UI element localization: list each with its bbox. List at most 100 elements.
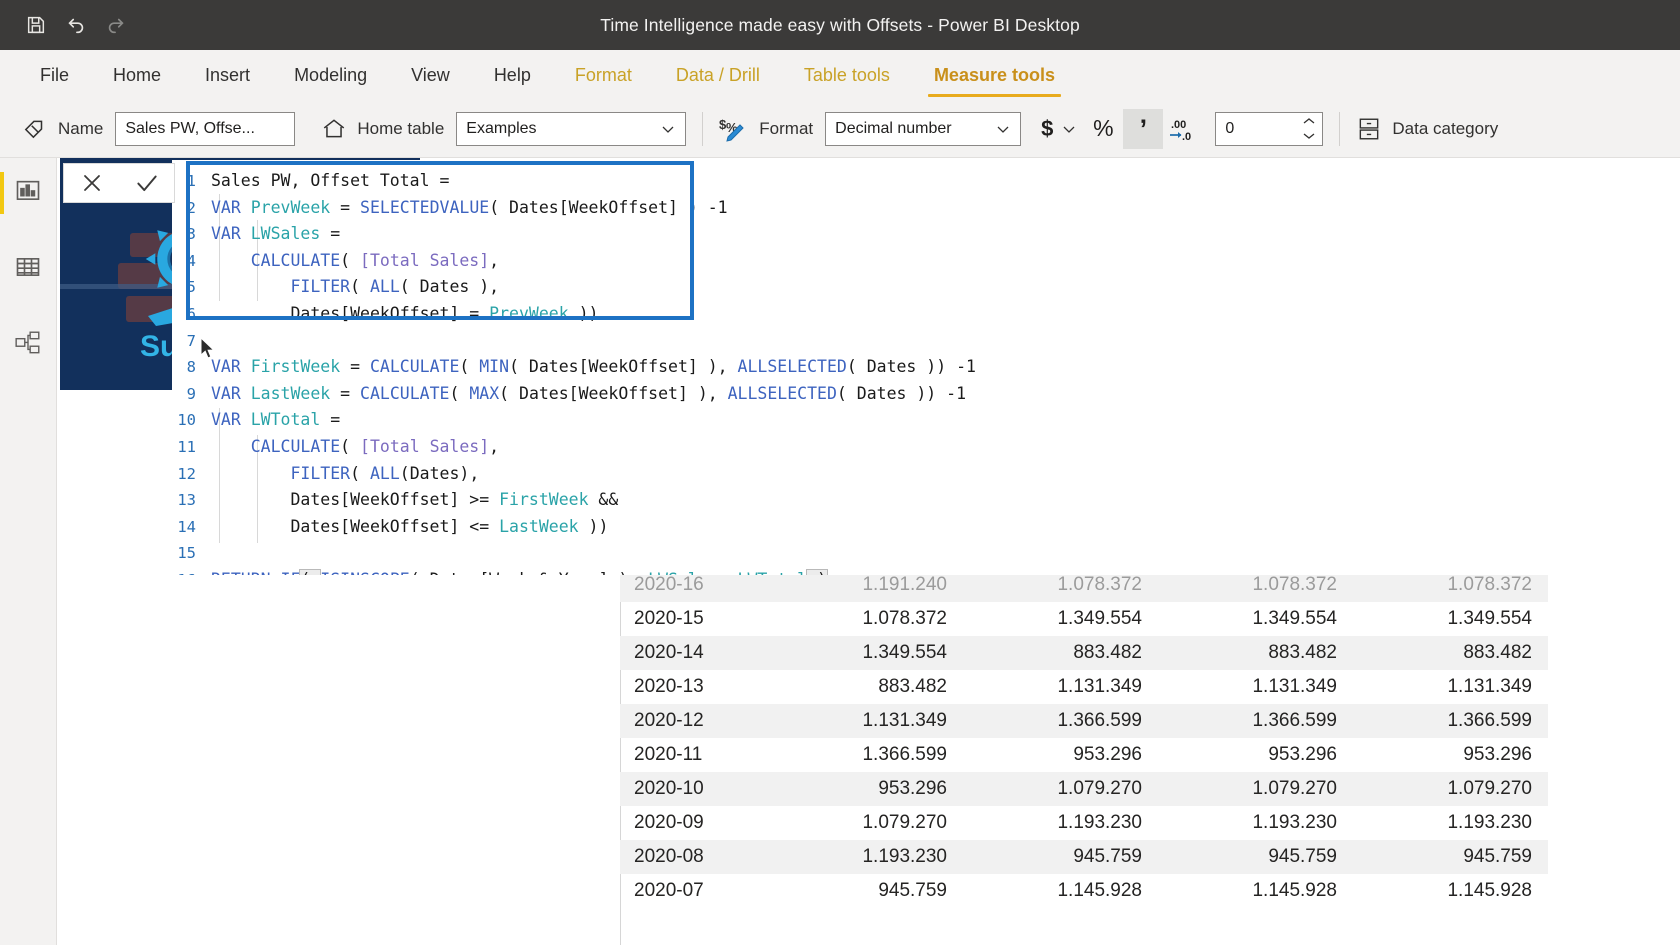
line-number: 10 (177, 411, 196, 430)
confirm-check-icon[interactable] (124, 164, 170, 202)
table-row[interactable]: 2020-11 1.366.599 953.296 953.296 953.29… (620, 738, 1548, 772)
code-text: Dates[WeekOffset] <= LastWeek )) (211, 516, 609, 536)
line-number: 5 (186, 278, 196, 297)
cell-value4: 1.349.554 (1447, 608, 1532, 629)
format-select[interactable]: Decimal number (825, 111, 1022, 146)
code-line: 9 VAR LastWeek = CALCULATE( MAX( Dates[W… (172, 381, 1568, 408)
code-line: 2 VAR PrevWeek = SELECTEDVALUE( Dates[We… (172, 195, 1568, 222)
data-table-visual[interactable]: 2020-16 1.191.240 1.078.372 1.078.372 1.… (620, 568, 1548, 945)
cell-value1: 1.349.554 (768, 636, 963, 670)
save-icon[interactable] (18, 8, 54, 42)
divider (1339, 111, 1341, 146)
line-number: 12 (177, 464, 196, 483)
svg-text:.00: .00 (1171, 119, 1186, 131)
svg-text:.0: .0 (1182, 131, 1191, 142)
decrease-decimals-button[interactable]: .00 .0 (1163, 109, 1205, 149)
table-row[interactable]: 2020-10 953.296 1.079.270 1.079.270 1.07… (620, 772, 1548, 806)
cell-value2: 953.296 (1073, 744, 1142, 765)
code-line: 11 CALCULATE( [Total Sales], (172, 434, 1568, 461)
line-number: 9 (186, 384, 196, 403)
cell-week: 2020-13 (634, 676, 704, 697)
format-value: Decimal number (835, 119, 952, 137)
tab-file[interactable]: File (18, 50, 91, 100)
window-title: Time Intelligence made easy with Offsets… (600, 14, 1080, 35)
home-table-value: Examples (466, 119, 537, 137)
table-row[interactable]: 2020-08 1.193.230 945.759 945.759 945.75… (620, 840, 1548, 874)
code-text: FILTER( ALL( Dates ), (290, 277, 500, 297)
title-bar: Time Intelligence made easy with Offsets… (0, 0, 1680, 50)
tab-modeling[interactable]: Modeling (272, 50, 389, 100)
cell-value2: 1.079.270 (963, 772, 1158, 806)
code-lines: 1 Sales PW, Offset Total = 2 VAR PrevWee… (172, 168, 1568, 575)
tab-format[interactable]: Format (553, 50, 654, 100)
data-category-icon (1356, 116, 1382, 142)
line-number: 11 (177, 437, 196, 456)
cell-value3: 1.145.928 (1252, 880, 1337, 901)
code-text: Dates[WeekOffset] >= FirstWeek && (211, 490, 619, 510)
chevron-down-icon (995, 121, 1011, 137)
tab-help[interactable]: Help (472, 50, 553, 100)
code-text: VAR LWTotal = (211, 410, 341, 430)
decimal-places-input[interactable]: 0 (1215, 111, 1324, 146)
cell-value2: 1.193.230 (1057, 812, 1142, 833)
line-number: 7 (186, 331, 196, 350)
tab-home[interactable]: Home (91, 50, 183, 100)
format-pen-icon: $ % (719, 116, 749, 142)
line-number: 8 (186, 358, 196, 377)
cell-week: 2020-07 (634, 880, 704, 901)
data-category-label: Data category (1392, 118, 1499, 138)
code-text: VAR LWSales = (211, 224, 341, 244)
cell-value3: 953.296 (1268, 744, 1337, 765)
tab-measure-tools[interactable]: Measure tools (912, 50, 1077, 100)
cell-value1: 1.078.372 (862, 608, 947, 629)
table-row[interactable]: 2020-09 1.079.270 1.193.230 1.193.230 1.… (620, 806, 1548, 840)
redo-icon[interactable] (98, 8, 134, 42)
spinner-buttons[interactable] (1302, 117, 1318, 140)
percent-format-button[interactable]: % (1083, 109, 1123, 149)
data-category-group[interactable]: Data category (1356, 116, 1510, 142)
table-row[interactable]: 2020-15 1.078.372 1.349.554 1.349.554 1.… (620, 602, 1548, 636)
tab-table-tools[interactable]: Table tools (782, 50, 912, 100)
line-number: 16 (172, 567, 202, 575)
tab-view[interactable]: View (389, 50, 472, 100)
cell-week: 2020-10 (620, 772, 768, 806)
code-line: 6 Dates[WeekOffset] = PrevWeek )) (172, 301, 1568, 328)
home-table-label: Home table (357, 118, 445, 138)
tab-insert[interactable]: Insert (183, 50, 272, 100)
cell-week: 2020-11 (634, 744, 703, 765)
sidebar-item-data-view[interactable] (0, 246, 57, 292)
name-label: Name (58, 118, 104, 138)
cell-value4: 1.366.599 (1353, 704, 1548, 738)
undo-icon[interactable] (58, 8, 94, 42)
table-row[interactable]: 2020-14 1.349.554 883.482 883.482 883.48… (620, 636, 1548, 670)
dax-formula-editor[interactable]: 1 Sales PW, Offset Total = 2 VAR PrevWee… (172, 160, 1568, 575)
table-row[interactable]: 2020-13 883.482 1.131.349 1.131.349 1.13… (620, 670, 1548, 704)
code-line: 7 (172, 328, 1568, 355)
code-line: 16 RETURN IF( ISINSCOPE( Dates[Week & Ye… (172, 567, 1568, 575)
code-text: VAR FirstWeek = CALCULATE( MIN( Dates[We… (211, 357, 976, 377)
sidebar-item-report-view[interactable] (0, 170, 57, 216)
line-number: 14 (177, 517, 196, 536)
cancel-icon[interactable] (69, 164, 115, 202)
home-table-select[interactable]: Examples (456, 111, 687, 146)
cell-value3: 1.193.230 (1252, 812, 1337, 833)
line-number: 1 (186, 172, 196, 190)
percent-symbol: % (1093, 115, 1114, 141)
table-row[interactable]: 2020-07 945.759 1.145.928 1.145.928 1.14… (620, 874, 1548, 908)
power-bi-desktop-window: Time Intelligence made easy with Offsets… (0, 0, 1680, 945)
cell-value4: 945.759 (1353, 840, 1548, 874)
format-label: Format (759, 118, 814, 138)
table-row[interactable]: 2020-12 1.131.349 1.366.599 1.366.599 1.… (620, 704, 1548, 738)
sidebar-item-model-view[interactable] (0, 322, 57, 368)
cell-value3: 1.131.349 (1252, 676, 1337, 697)
cell-value1: 1.079.270 (862, 812, 947, 833)
tab-data-drill[interactable]: Data / Drill (654, 50, 782, 100)
view-switcher-rail (0, 158, 57, 945)
formula-edit-actions (63, 163, 175, 203)
thousands-separator-button[interactable]: ’ (1123, 108, 1164, 149)
measure-name-input[interactable]: Sales PW, Offse... (115, 111, 296, 146)
ribbon-tab-strip: File Home Insert Modeling View Help Form… (0, 50, 1680, 100)
line-number: 15 (177, 544, 196, 563)
chevron-up-icon (1303, 118, 1315, 124)
currency-format-button[interactable]: $ (1035, 109, 1083, 149)
